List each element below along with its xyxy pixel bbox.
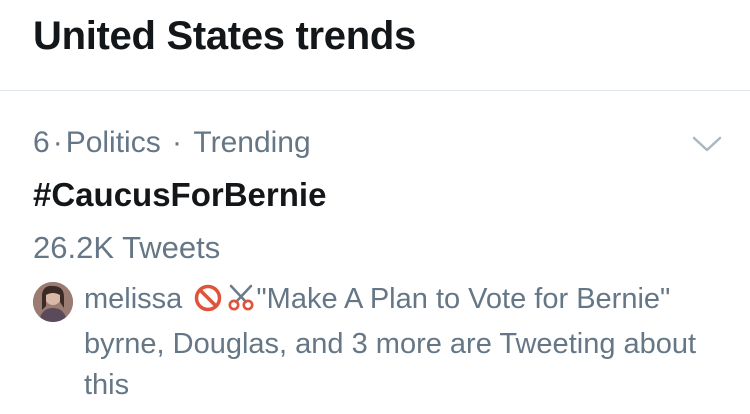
page-title: United States trends	[33, 14, 416, 58]
no-entry-sign-icon	[194, 283, 222, 324]
tweet-count: 26.2K Tweets	[33, 230, 221, 265]
trend-meta: 6 · Politics · Trending	[33, 126, 311, 159]
trend-rank: 6	[33, 126, 50, 159]
scissors-icon	[226, 282, 256, 324]
chevron-down-icon[interactable]	[690, 133, 724, 155]
trend-category: Politics	[65, 126, 161, 159]
trend-name: #CaucusForBernie	[33, 176, 327, 213]
trends-page: United States trends 6 · Politics · Trendi…	[0, 0, 750, 414]
context-user: melissa	[84, 283, 183, 315]
context-text: melissa "Make A Plan to Vote for Bernie"…	[84, 279, 724, 406]
avatar	[33, 282, 73, 322]
context-quote: "Make A Plan to Vote for Bernie"	[256, 283, 671, 315]
trend-status: Trending	[193, 126, 311, 159]
context-summary: byrne, Douglas, and 3 more are Tweeting …	[84, 328, 697, 401]
trend-item[interactable]: 6 · Politics · Trending #CaucusForBernie 2…	[0, 91, 750, 414]
page-header: United States trends	[0, 0, 750, 91]
